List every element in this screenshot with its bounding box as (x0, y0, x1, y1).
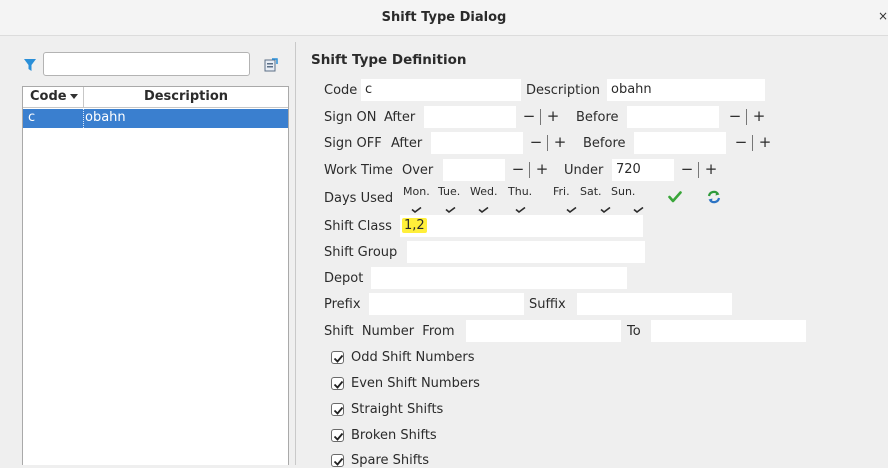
prefix-label: Prefix (324, 297, 361, 312)
toggle-days-icon[interactable] (707, 190, 721, 204)
increment-button[interactable]: + (702, 160, 720, 180)
sign-on-label: Sign ON (324, 110, 377, 125)
sign-on-after-field[interactable] (424, 106, 516, 128)
spare-shifts-checkbox[interactable] (331, 454, 344, 467)
sign-off-before-label: Before (583, 136, 626, 151)
work-time-over-field[interactable] (443, 159, 505, 181)
shift-number-to-field[interactable] (651, 320, 806, 342)
broken-shifts-checkbox[interactable] (331, 429, 344, 442)
shift-class-field[interactable]: 1,2 (400, 215, 643, 237)
day-label-sat: Sat. (580, 185, 602, 198)
straight-shifts-label: Straight Shifts (351, 402, 444, 417)
sign-on-before-stepper: − + (726, 106, 774, 128)
day-label-wed: Wed. (470, 185, 498, 198)
day-checkbox-wed[interactable] (478, 202, 489, 214)
sign-on-before-field[interactable] (627, 106, 719, 128)
sign-on-before-label: Before (576, 110, 619, 125)
work-time-under-label: Under (564, 163, 604, 178)
day-label-sun: Sun. (611, 185, 636, 198)
increment-button[interactable]: + (533, 160, 551, 180)
increment-button[interactable]: + (551, 133, 569, 153)
stepper-divider (529, 162, 530, 178)
odd-shift-numbers-label: Odd Shift Numbers (351, 350, 475, 365)
sign-off-after-stepper: − + (527, 132, 575, 154)
work-time-under-stepper: − + (678, 159, 726, 181)
work-time-under-field[interactable] (612, 159, 674, 181)
shift-number-from-field[interactable] (466, 320, 621, 342)
decrement-button[interactable]: − (520, 107, 538, 127)
depot-field[interactable] (371, 267, 627, 289)
code-label: Code (324, 83, 358, 98)
day-checkbox-mon[interactable] (411, 202, 422, 214)
day-checkbox-thu[interactable] (515, 202, 526, 214)
stepper-divider (540, 109, 541, 125)
day-label-fri: Fri. (553, 185, 570, 198)
section-title: Shift Type Definition (311, 52, 467, 68)
select-all-days-icon[interactable] (668, 191, 682, 203)
shift-class-label: Shift Class (324, 219, 392, 234)
work-time-over-label: Over (402, 163, 434, 178)
stepper-divider (752, 135, 753, 151)
sign-off-before-stepper: − + (732, 132, 780, 154)
stepper-divider (746, 109, 747, 125)
suffix-label: Suffix (529, 297, 566, 312)
day-label-mon: Mon. (403, 185, 430, 198)
day-checkbox-sun[interactable] (633, 202, 644, 214)
sign-on-after-stepper: − + (520, 106, 568, 128)
shift-number-to-label: To (627, 324, 641, 339)
shift-type-definition-form: Shift Type Definition Code Description S… (0, 0, 888, 468)
sign-off-after-field[interactable] (431, 132, 523, 154)
sign-off-after-label: After (391, 136, 423, 151)
shift-group-field[interactable] (407, 241, 645, 263)
day-label-tue: Tue. (438, 185, 461, 198)
code-field[interactable] (361, 79, 521, 101)
depot-label: Depot (324, 271, 364, 286)
stepper-divider (698, 162, 699, 178)
decrement-button[interactable]: − (509, 160, 527, 180)
decrement-button[interactable]: − (726, 107, 744, 127)
increment-button[interactable]: + (756, 133, 774, 153)
day-checkbox-tue[interactable] (445, 202, 456, 214)
work-time-over-stepper: − + (509, 159, 557, 181)
suffix-field[interactable] (577, 293, 732, 315)
day-label-thu: Thu. (508, 185, 533, 198)
prefix-field[interactable] (369, 293, 524, 315)
straight-shifts-checkbox[interactable] (331, 403, 344, 416)
shift-group-label: Shift Group (324, 245, 398, 260)
description-label: Description (526, 83, 601, 98)
decrement-button[interactable]: − (678, 160, 696, 180)
decrement-button[interactable]: − (527, 133, 545, 153)
sign-off-label: Sign OFF (324, 136, 382, 151)
increment-button[interactable]: + (750, 107, 768, 127)
even-shift-numbers-label: Even Shift Numbers (351, 376, 480, 391)
work-time-label: Work Time (324, 163, 393, 178)
days-used-label: Days Used (324, 191, 394, 206)
day-checkbox-sat[interactable] (600, 202, 611, 214)
description-field[interactable] (607, 79, 765, 101)
sign-off-before-field[interactable] (634, 132, 726, 154)
decrement-button[interactable]: − (732, 133, 750, 153)
increment-button[interactable]: + (544, 107, 562, 127)
even-shift-numbers-checkbox[interactable] (331, 377, 344, 390)
spare-shifts-label: Spare Shifts (351, 453, 429, 468)
day-checkbox-fri[interactable] (566, 202, 577, 214)
shift-class-value: 1,2 (402, 218, 427, 233)
sign-on-after-label: After (384, 110, 416, 125)
stepper-divider (547, 135, 548, 151)
odd-shift-numbers-checkbox[interactable] (331, 351, 344, 364)
shift-number-from-label: Shift Number From (324, 324, 455, 339)
broken-shifts-label: Broken Shifts (351, 428, 437, 443)
